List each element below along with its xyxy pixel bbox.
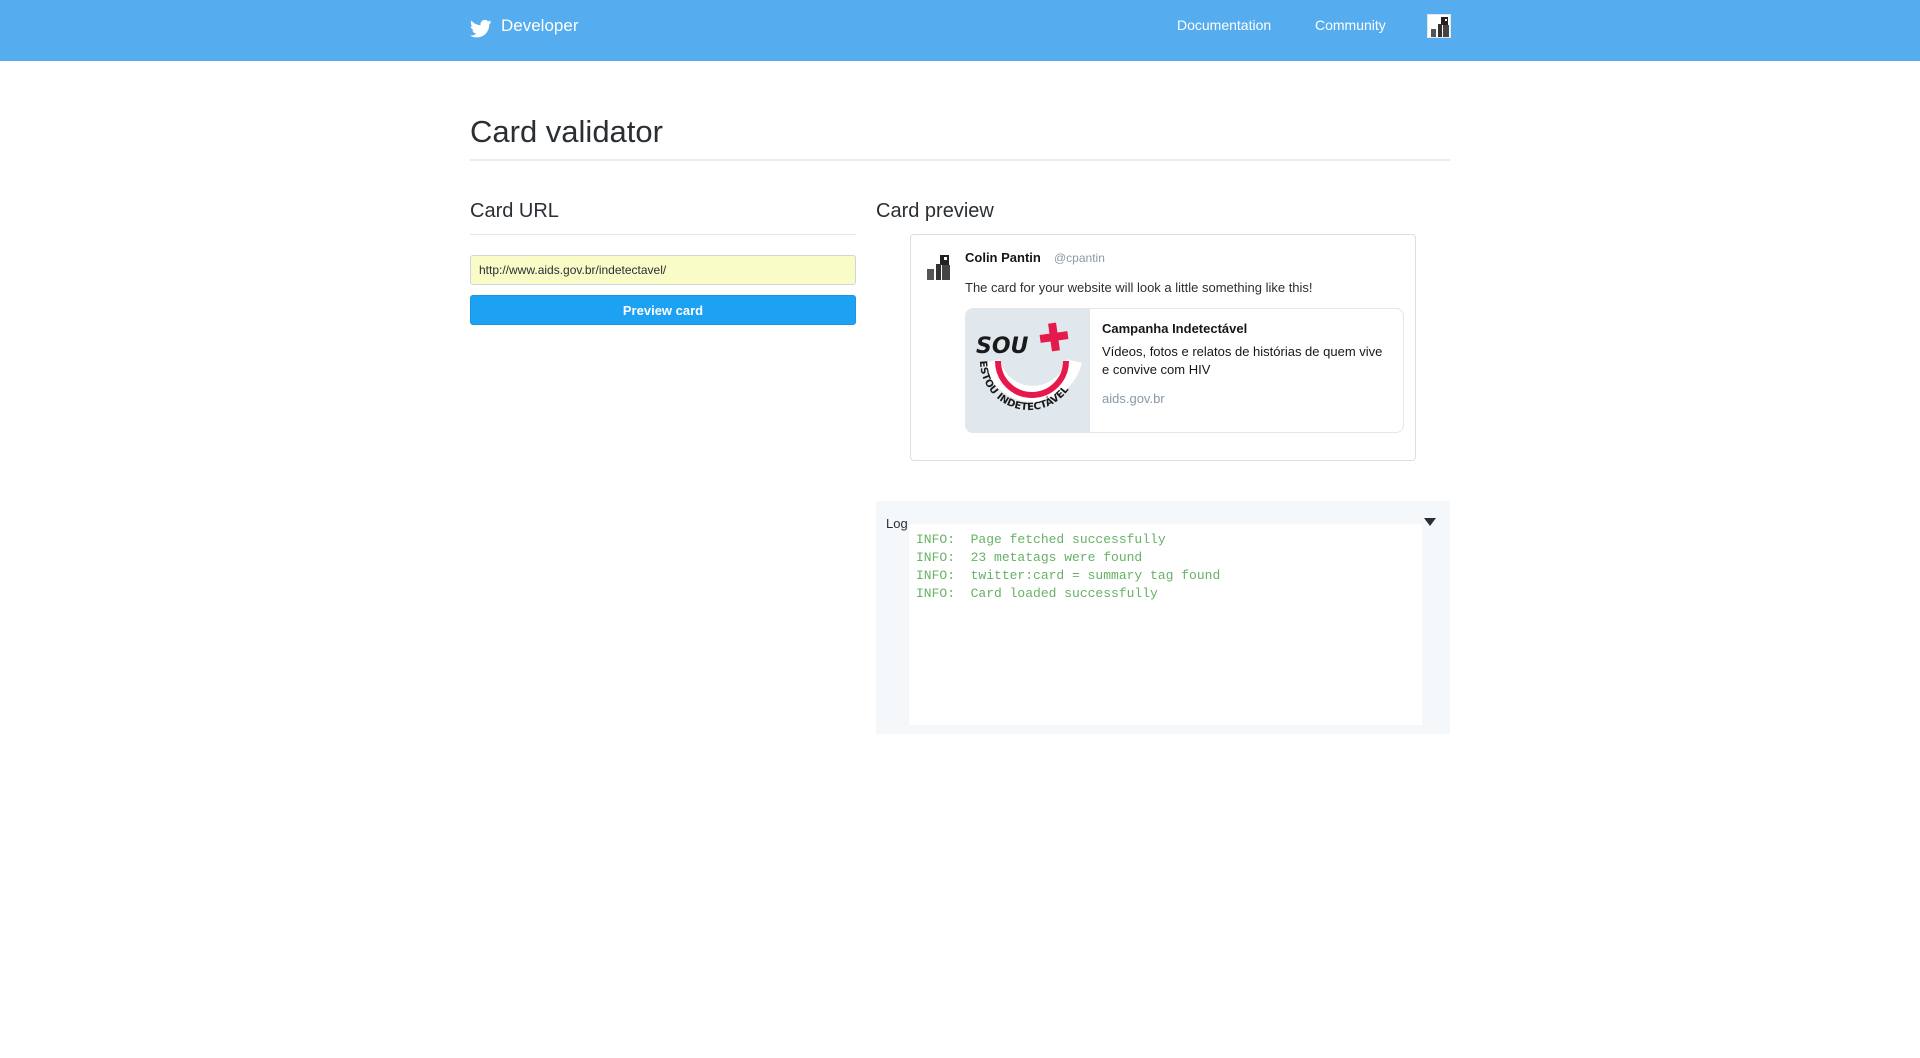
- twitter-bird-icon-graphic: [470, 19, 492, 38]
- card-preview-heading: Card preview: [876, 200, 994, 222]
- card-url-heading: Card URL: [470, 200, 559, 222]
- tweet-author-handle: @cpantin: [1054, 251, 1105, 265]
- preview-card-button[interactable]: Preview card: [470, 295, 856, 325]
- logo-sou-text: SOU: [976, 334, 1029, 359]
- tweet-author-avatar: [924, 252, 954, 282]
- nav-documentation-link[interactable]: Documentation: [1177, 17, 1271, 33]
- card-description: Vídeos, fotos e relatos de histórias de …: [1102, 344, 1383, 377]
- card-url-input[interactable]: [470, 255, 856, 285]
- user-avatar[interactable]: [1427, 14, 1451, 38]
- page-title: Card validator: [470, 114, 663, 149]
- log-line: INFO: twitter:card = summary tag found: [916, 568, 1221, 583]
- log-panel: Log INFO: Page fetched successfully INFO…: [876, 501, 1450, 734]
- tweet-preview: Colin Pantin @cpantin The card for your …: [910, 234, 1416, 461]
- card-thumbnail: SOU ESTOU INDETECTÁVEL: [966, 309, 1090, 432]
- brand-label: Developer: [501, 16, 579, 35]
- nav-community-link[interactable]: Community: [1315, 17, 1386, 33]
- top-navigation-bar: Developer Documentation Community: [0, 0, 1920, 61]
- developer-home-link[interactable]: Developer: [470, 14, 579, 38]
- log-line: INFO: Page fetched successfully: [916, 532, 1166, 547]
- log-output: INFO: Page fetched successfully INFO: 23…: [909, 524, 1422, 725]
- card-domain: aids.gov.br: [1102, 391, 1165, 406]
- title-divider: [470, 159, 1450, 161]
- log-collapse-toggle-icon[interactable]: [1424, 518, 1436, 526]
- tweet-author-name: Colin Pantin: [965, 250, 1041, 265]
- summary-card[interactable]: SOU ESTOU INDETECTÁVEL Campanha Indetect…: [965, 308, 1404, 433]
- log-line: INFO: Card loaded successfully: [916, 586, 1158, 601]
- tweet-author-avatar-image: [924, 252, 954, 282]
- card-title: Campanha Indetectável: [1102, 321, 1248, 336]
- twitter-bird-icon: [470, 13, 492, 39]
- card-url-divider: [470, 234, 856, 235]
- avatar-image: [1428, 15, 1450, 37]
- log-label: Log: [886, 516, 908, 531]
- tweet-text: The card for your website will look a li…: [965, 280, 1313, 295]
- sou-mais-logo: SOU ESTOU INDETECTÁVEL: [966, 309, 1090, 432]
- top-navigation-inner: Developer Documentation Community: [470, 0, 1451, 61]
- log-line: INFO: 23 metatags were found: [916, 550, 1143, 565]
